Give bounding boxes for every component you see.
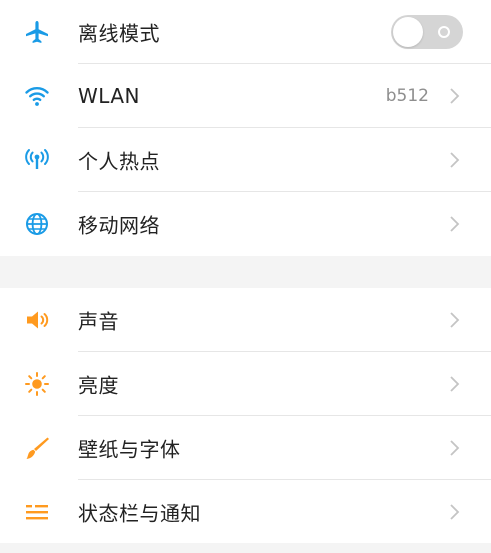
wallpaper-font-label: 壁纸与字体 [78,437,181,462]
notification-list-icon [24,499,50,525]
chevron-right-icon [447,503,461,521]
wlan-label: WLAN [78,84,141,108]
chevron-right-icon [447,215,461,233]
settings-row-mobile-network[interactable]: 移动网络 [0,192,491,256]
mobile-network-label: 移动网络 [78,213,160,238]
offline-mode-label: 离线模式 [78,21,160,46]
settings-screen: 离线模式 WLAN b512 个人热点 移动网络 声音 亮度 壁纸与字体 状态栏… [0,0,491,553]
toggle-knob [393,17,423,47]
chevron-right-icon [447,439,461,457]
airplane-icon [24,19,50,45]
sun-icon [24,371,50,397]
wifi-icon [24,83,50,109]
settings-row-sound[interactable]: 声音 [0,288,491,352]
settings-row-offline-mode[interactable]: 离线模式 [0,0,491,64]
hotspot-label: 个人热点 [78,149,160,174]
network-settings-group: 离线模式 WLAN b512 个人热点 移动网络 [0,0,491,256]
section-separator [0,543,491,553]
hotspot-icon [24,147,50,173]
globe-icon [24,211,50,237]
toggle-off-indicator [438,26,450,38]
chevron-right-icon [447,311,461,329]
speaker-icon [24,307,50,333]
statusbar-notifications-label: 状态栏与通知 [78,501,201,526]
chevron-right-icon [447,87,461,105]
settings-row-statusbar-notifications[interactable]: 状态栏与通知 [0,480,491,544]
sound-label: 声音 [78,309,119,334]
settings-row-brightness[interactable]: 亮度 [0,352,491,416]
wlan-network-name: b512 [385,86,429,106]
display-settings-group: 声音 亮度 壁纸与字体 状态栏与通知 [0,288,491,544]
chevron-right-icon [447,151,461,169]
brush-icon [24,435,50,461]
offline-mode-toggle[interactable] [391,15,463,49]
settings-row-hotspot[interactable]: 个人热点 [0,128,491,192]
section-separator [0,256,491,288]
settings-row-wlan[interactable]: WLAN b512 [0,64,491,128]
chevron-right-icon [447,375,461,393]
settings-row-wallpaper-font[interactable]: 壁纸与字体 [0,416,491,480]
brightness-label: 亮度 [78,373,119,398]
